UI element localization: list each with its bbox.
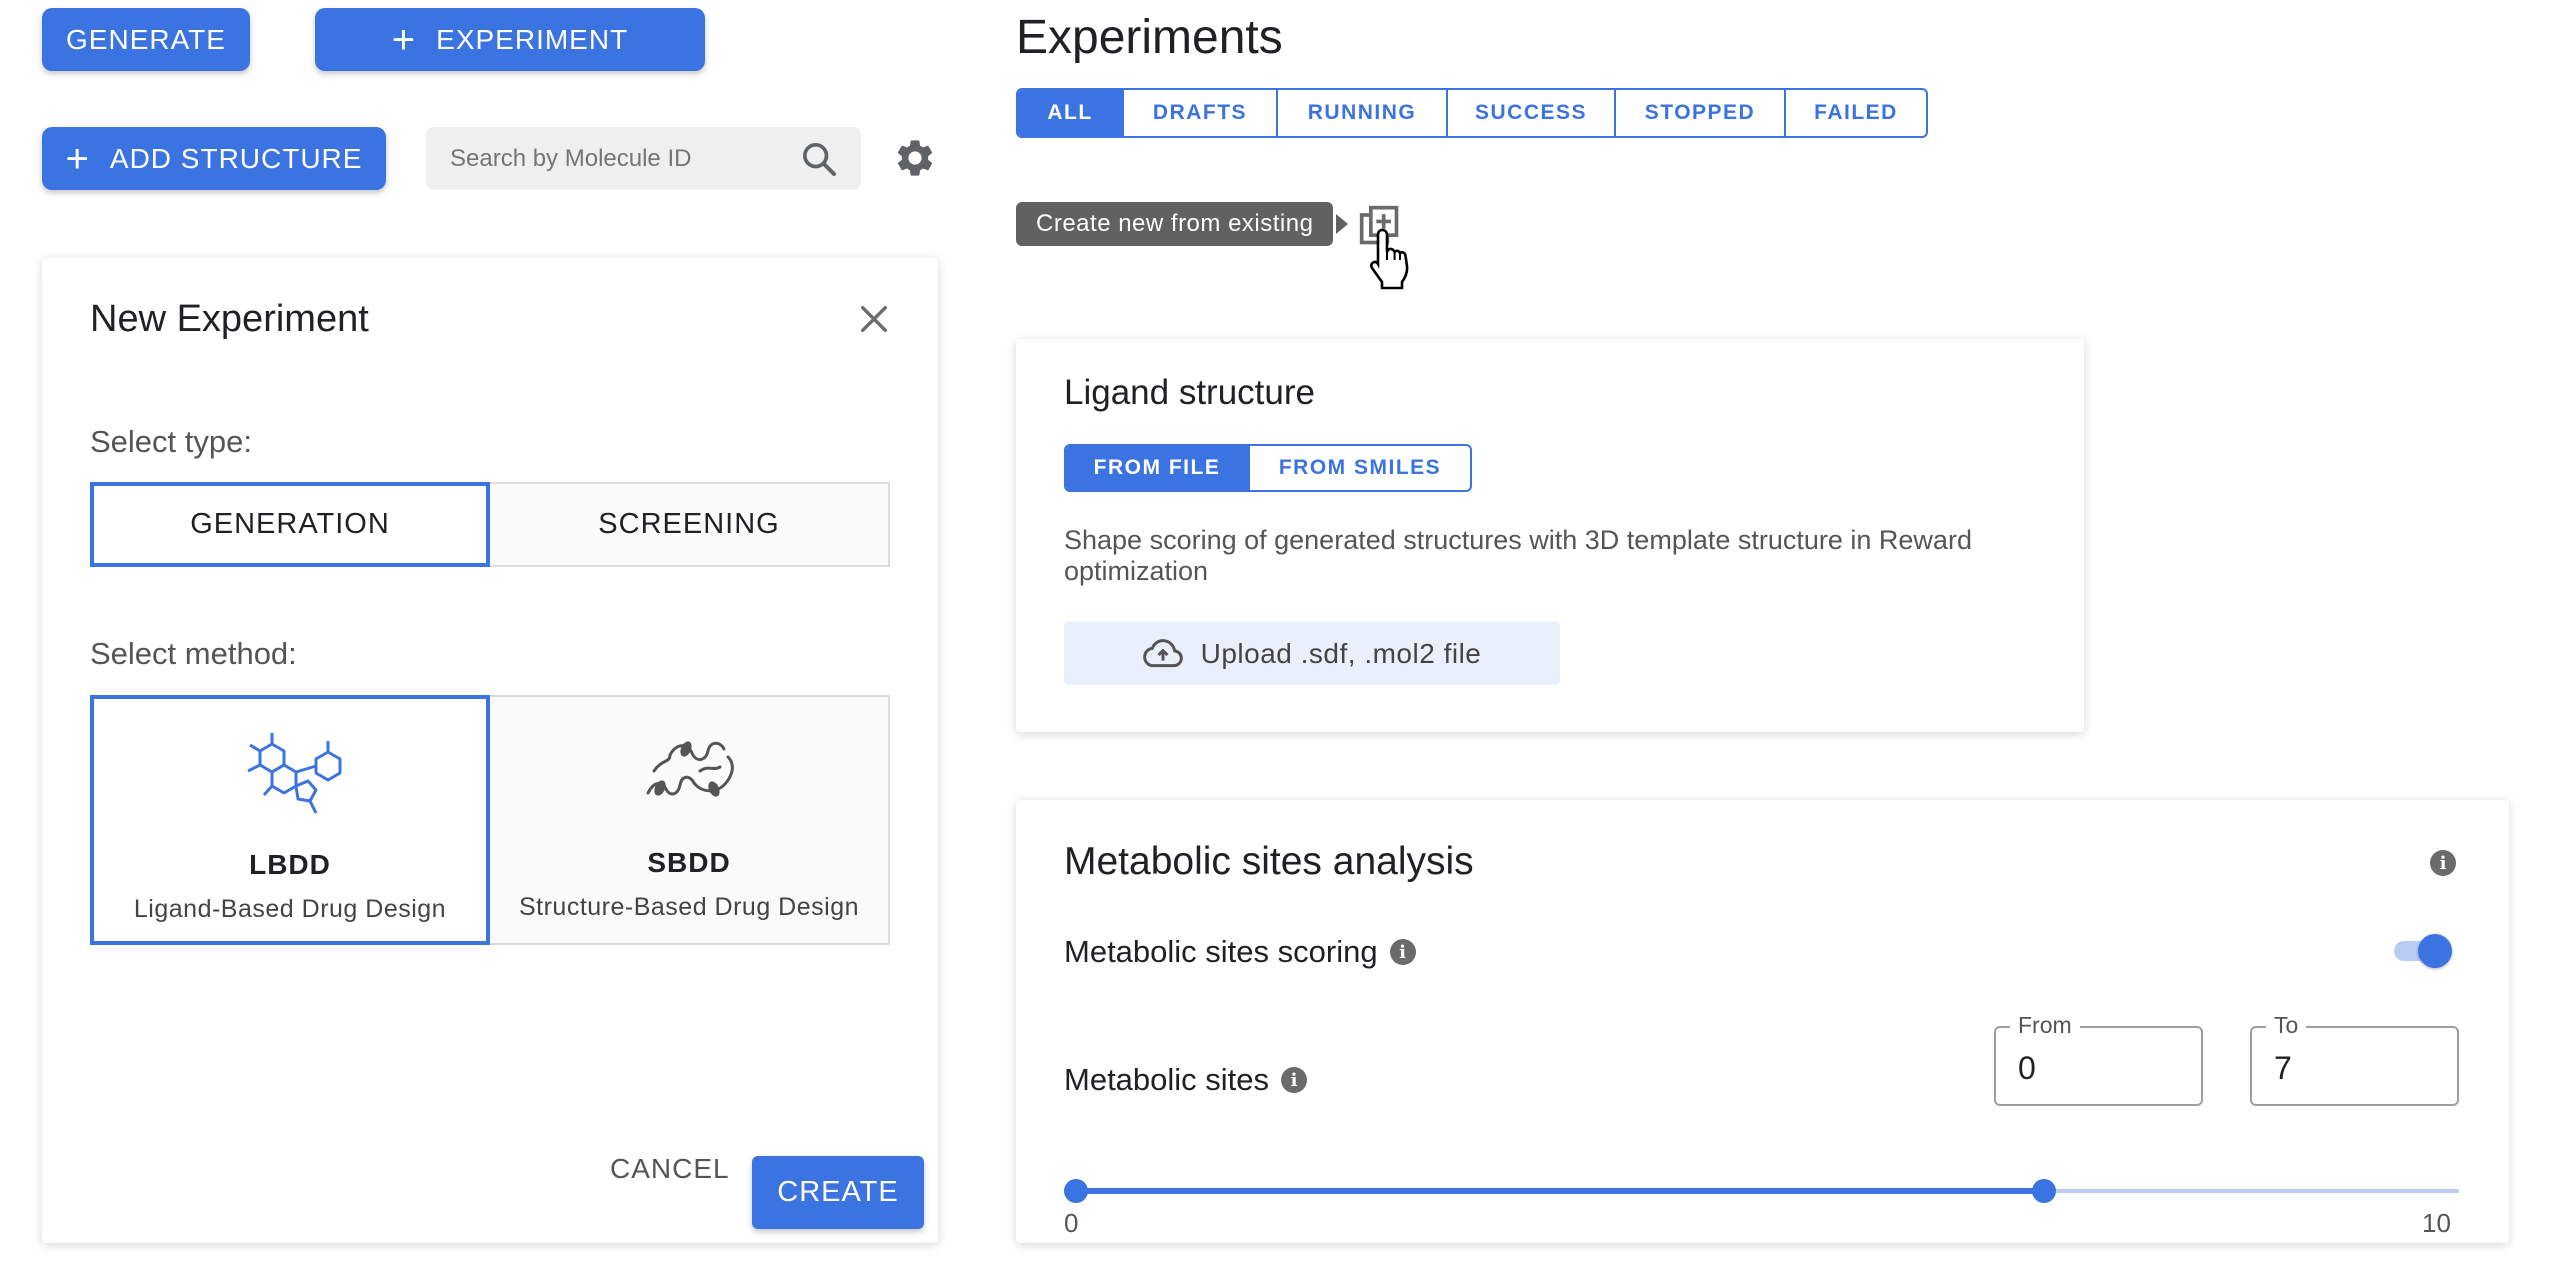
from-value: 0 (2018, 1050, 2036, 1086)
experiment-label: EXPERIMENT (436, 23, 629, 55)
tab-from-file[interactable]: FROM FILE (1066, 446, 1250, 490)
info-icon[interactable]: i (2430, 850, 2456, 876)
info-icon[interactable]: i (1389, 939, 1416, 965)
upload-file-button[interactable]: Upload .sdf, .mol2 file (1064, 622, 1560, 685)
metabolic-sites-card: Metabolic sites analysis i Metabolic sit… (1016, 800, 2509, 1243)
metabolic-sites-label: Metabolic sites (1064, 1062, 1270, 1097)
tab-running[interactable]: RUNNING (1278, 90, 1448, 136)
new-experiment-button[interactable]: + EXPERIMENT (315, 8, 705, 71)
add-structure-label: ADD STRUCTURE (109, 142, 363, 174)
type-screening-option[interactable]: SCREENING (490, 482, 890, 567)
pointer-cursor-icon (1370, 228, 1409, 290)
ligand-title: Ligand structure (1064, 373, 1315, 412)
select-method-label: Select method: (90, 636, 297, 671)
tab-success[interactable]: SUCCESS (1448, 90, 1616, 136)
method-lbdd-option[interactable]: LBDD Ligand-Based Drug Design (90, 695, 490, 945)
generate-label: GENERATE (66, 23, 226, 55)
slider-active-track (1076, 1188, 2045, 1194)
tab-all[interactable]: ALL (1018, 90, 1124, 136)
metabolic-scoring-toggle[interactable] (2394, 934, 2452, 968)
tooltip-arrow (1336, 214, 1348, 234)
metabolic-sites-range-slider[interactable] (1064, 1176, 2459, 1206)
slider-low-thumb[interactable] (1064, 1179, 1088, 1203)
metabolic-title: Metabolic sites analysis (1064, 840, 1474, 883)
ligand-structure-card: Ligand structure FROM FILE FROM SMILES S… (1016, 339, 2084, 732)
search-box[interactable] (426, 127, 861, 190)
cancel-button[interactable]: CANCEL (610, 1153, 730, 1185)
type-generation-label: GENERATION (190, 508, 390, 540)
to-value: 7 (2274, 1050, 2292, 1086)
method-sbdd-option[interactable]: SBDD Structure-Based Drug Design (490, 695, 890, 945)
ligand-molecule-icon (247, 733, 342, 814)
method-lbdd-name: Ligand-Based Drug Design (133, 895, 447, 923)
plus-icon: + (391, 17, 417, 62)
tab-from-smiles[interactable]: FROM SMILES (1250, 446, 1470, 490)
plus-icon: + (65, 136, 90, 181)
method-sbdd-code: SBDD (647, 847, 731, 878)
protein-structure-icon (646, 741, 734, 797)
settings-gear-icon[interactable] (893, 136, 937, 180)
slider-high-thumb[interactable] (2032, 1179, 2057, 1203)
generate-button[interactable]: GENERATE (42, 8, 250, 71)
cloud-upload-icon (1142, 638, 1183, 667)
create-button[interactable]: CREATE (752, 1156, 924, 1229)
from-label: From (2010, 1012, 2080, 1039)
range-max-label: 10 (2422, 1208, 2451, 1238)
tab-failed[interactable]: FAILED (1786, 90, 1926, 136)
metabolic-scoring-row: Metabolic sites scoring i (1064, 934, 1416, 970)
tab-drafts[interactable]: DRAFTS (1124, 90, 1278, 136)
select-type-label: Select type: (90, 424, 252, 459)
to-label: To (2266, 1012, 2307, 1039)
add-structure-button[interactable]: + ADD STRUCTURE (42, 127, 386, 190)
type-generation-option[interactable]: GENERATION (90, 482, 490, 567)
experiments-title: Experiments (1016, 11, 1283, 64)
create-from-existing-tooltip: Create new from existing (1016, 202, 1334, 246)
ligand-description: Shape scoring of generated structures wi… (1064, 525, 1972, 586)
upload-label: Upload .sdf, .mol2 file (1200, 637, 1482, 669)
search-icon[interactable] (799, 139, 839, 179)
create-label: CREATE (777, 1176, 899, 1208)
from-field[interactable]: From 0 (1994, 1012, 2203, 1106)
close-icon[interactable] (857, 302, 891, 336)
to-field[interactable]: To 7 (2250, 1012, 2459, 1106)
dialog-title: New Experiment (90, 298, 369, 340)
method-sbdd-name: Structure-Based Drug Design (518, 893, 860, 921)
info-icon[interactable]: i (1281, 1067, 1308, 1093)
metabolic-sites-row: Metabolic sites i (1064, 1062, 1308, 1098)
ligand-source-tabs: FROM FILE FROM SMILES (1064, 444, 1472, 492)
metabolic-scoring-label: Metabolic sites scoring (1064, 934, 1378, 969)
type-screening-label: SCREENING (598, 508, 780, 540)
toggle-thumb (2418, 934, 2452, 968)
tab-stopped[interactable]: STOPPED (1616, 90, 1786, 136)
range-min-label: 0 (1064, 1208, 1079, 1238)
method-lbdd-code: LBDD (249, 849, 331, 880)
experiment-status-tabs: ALL DRAFTS RUNNING SUCCESS STOPPED FAILE… (1016, 88, 1928, 138)
new-experiment-dialog: New Experiment Select type: GENERATION S… (42, 258, 938, 1243)
search-input[interactable] (448, 141, 782, 177)
